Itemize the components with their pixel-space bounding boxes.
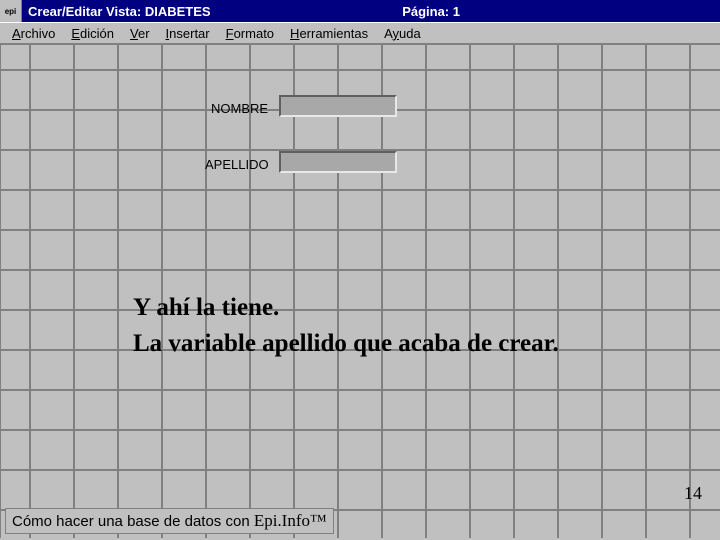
page-number: 1 — [453, 4, 460, 19]
field-label-apellido: APELLIDO — [205, 157, 269, 172]
footer-text: Cómo hacer una base de datos con — [12, 513, 254, 530]
menu-ayuda[interactable]: Ayuda — [376, 24, 429, 43]
menu-ver[interactable]: Ver — [122, 24, 158, 43]
page-indicator: Página: 1 — [402, 4, 720, 19]
menubar: Archivo Edición Ver Insertar Formato Her… — [0, 22, 720, 44]
page-label: Página: — [402, 4, 453, 19]
menu-edicion[interactable]: Edición — [63, 24, 122, 43]
overlay-line1: Y ahí la tiene. — [133, 291, 279, 325]
app-icon: epi — [0, 0, 22, 22]
menu-insertar[interactable]: Insertar — [158, 24, 218, 43]
title-view-name: DIABETES — [145, 4, 211, 19]
title-prefix: Crear/Editar Vista: — [28, 4, 145, 19]
field-label-nombre: NOMBRE — [211, 101, 268, 116]
window-title: Crear/Editar Vista: DIABETES — [26, 4, 211, 19]
titlebar: epi Crear/Editar Vista: DIABETES Página:… — [0, 0, 720, 22]
footer-product: Epi.Info™ — [254, 511, 327, 530]
field-input-nombre[interactable] — [279, 95, 397, 117]
menu-archivo[interactable]: Archivo — [4, 24, 63, 43]
menu-formato[interactable]: Formato — [218, 24, 282, 43]
field-input-apellido[interactable] — [279, 151, 397, 173]
form-canvas[interactable]: NOMBRE APELLIDO Y ahí la tiene. La varia… — [0, 44, 720, 538]
app-icon-text: epi — [5, 7, 17, 16]
footer-label: Cómo hacer una base de datos con Epi.Inf… — [5, 508, 334, 534]
slide-number: 14 — [684, 483, 702, 504]
menu-herramientas[interactable]: Herramientas — [282, 24, 376, 43]
overlay-line2: La variable apellido que acaba de crear. — [133, 327, 559, 361]
